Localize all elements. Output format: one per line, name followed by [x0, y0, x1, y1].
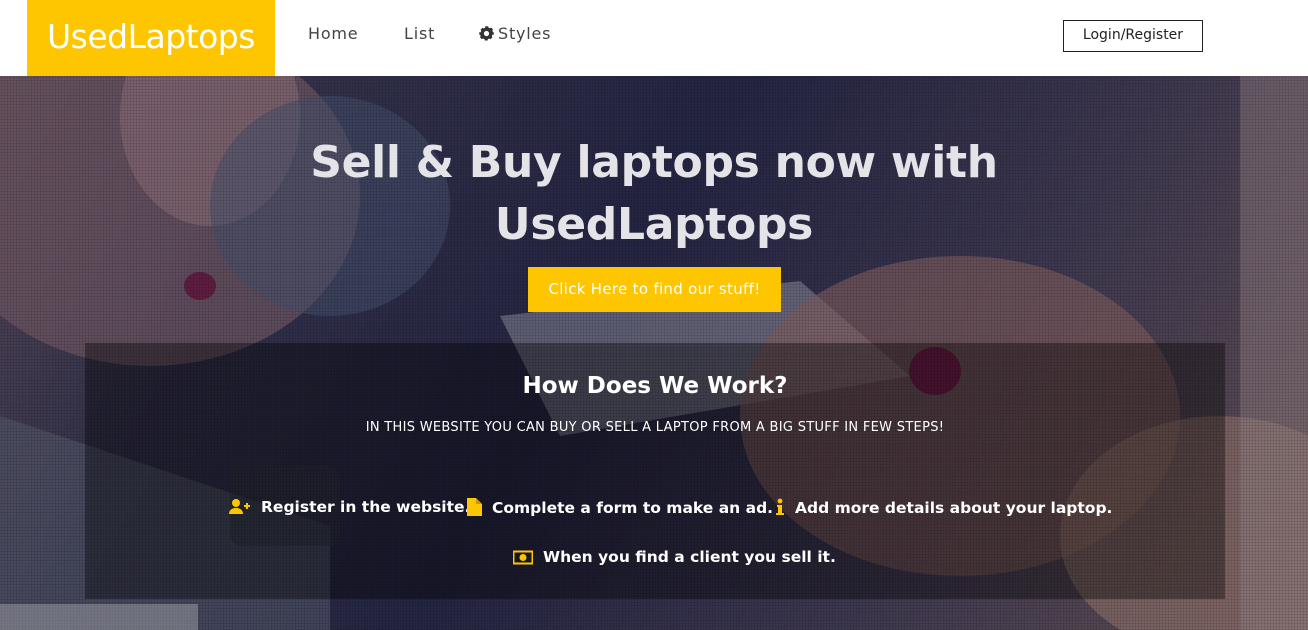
step-register-text: Register in the website. — [261, 498, 471, 516]
step-register: Register in the website. — [229, 498, 470, 516]
money-icon — [513, 550, 533, 565]
step-add-details: Add more details about your laptop. — [775, 498, 1112, 517]
how-title: How Does We Work? — [522, 373, 788, 399]
nav-list[interactable]: List — [404, 24, 435, 43]
find-stuff-button[interactable]: Click Here to find our stuff! — [528, 267, 781, 312]
nav-styles[interactable]: Styles — [479, 24, 551, 43]
step-complete-form-text: Complete a form to make an ad. — [492, 499, 774, 517]
hero-title: Sell & Buy laptops now with UsedLaptops — [310, 137, 998, 250]
user-plus-icon — [229, 499, 250, 514]
nav-styles-label: Styles — [498, 24, 552, 43]
step-sell-text: When you find a client you sell it. — [543, 548, 836, 566]
gear-icon — [479, 26, 494, 41]
how-it-works-panel: How Does We Work? IN THIS WEBSITE YOU CA… — [85, 343, 1225, 599]
brand-logo[interactable]: UsedLaptops — [27, 0, 275, 76]
nav-home[interactable]: Home — [308, 24, 358, 43]
login-register-button[interactable]: Login/Register — [1063, 20, 1203, 52]
navbar: UsedLaptops Home List Styles Login/Regis… — [0, 0, 1308, 76]
step-add-details-text: Add more details about your laptop. — [795, 499, 1113, 517]
how-subtitle: IN THIS WEBSITE YOU CAN BUY OR SELL A LA… — [365, 420, 945, 435]
hero-section: Sell & Buy laptops now with UsedLaptops … — [0, 76, 1308, 630]
step-sell: When you find a client you sell it. — [513, 548, 836, 566]
info-icon — [776, 498, 784, 515]
corner-tab — [0, 604, 198, 630]
step-complete-form: Complete a form to make an ad. — [467, 498, 773, 517]
file-icon — [467, 498, 482, 516]
